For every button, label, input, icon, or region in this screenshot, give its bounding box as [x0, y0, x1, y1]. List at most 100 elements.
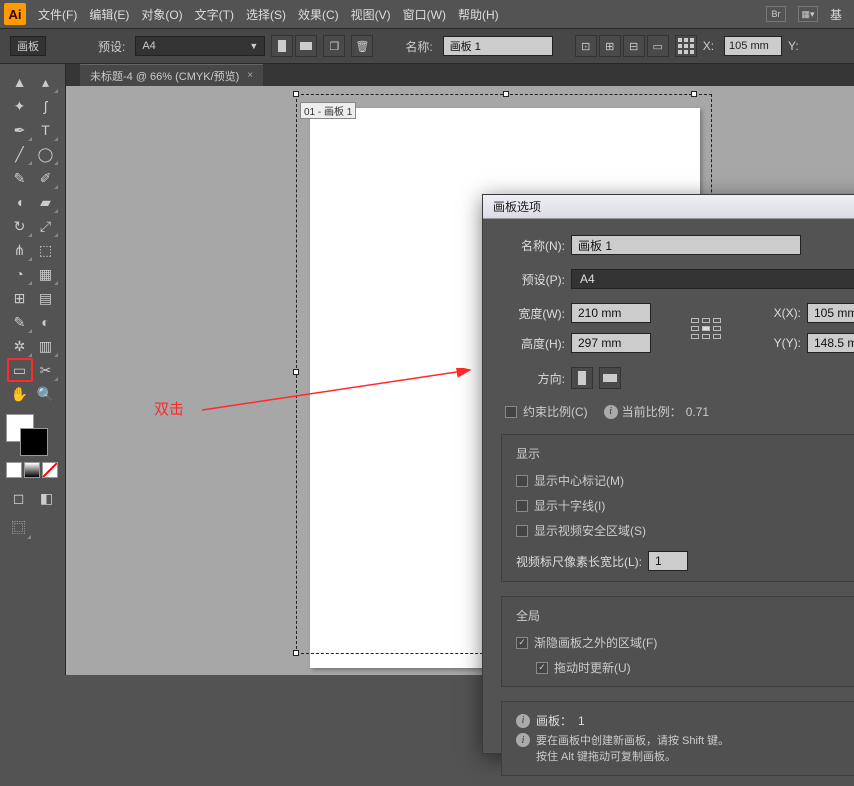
fade-outside-checkbox[interactable]: 渐隐画板之外的区域(F) [516, 634, 854, 651]
menu-bar: 文件(F) 编辑(E) 对象(O) 文字(T) 选择(S) 效果(C) 视图(V… [38, 6, 499, 23]
height-input[interactable]: 297 mm [571, 333, 651, 353]
width-input[interactable]: 210 mm [571, 303, 651, 323]
menu-window[interactable]: 窗口(W) [403, 6, 446, 23]
constrain-proportion-checkbox[interactable]: 约束比例(C) [505, 403, 588, 420]
opt-icon-3[interactable]: ⊟ [623, 35, 645, 57]
blend-tool-icon[interactable]: ◐ [33, 310, 59, 334]
none-mode-icon[interactable] [42, 462, 58, 478]
delete-artboard-icon[interactable]: 🗑 [351, 35, 373, 57]
opt-icon-1[interactable]: ⊡ [575, 35, 597, 57]
eraser-tool-icon[interactable]: ▰ [33, 190, 59, 214]
menu-type[interactable]: 文字(T) [195, 6, 234, 23]
close-icon[interactable]: × [247, 70, 253, 81]
rotate-tool-icon[interactable]: ↻ [7, 214, 33, 238]
menu-help[interactable]: 帮助(H) [458, 6, 499, 23]
pen-tool-icon[interactable]: ✒ [7, 118, 33, 142]
workspace-switcher[interactable]: 基 [830, 6, 842, 23]
selection-tool-icon[interactable]: ▲ [7, 70, 33, 94]
video-ruler-input[interactable]: 1 [648, 551, 688, 571]
dialog-title: 画板选项 [483, 195, 854, 219]
artboard-tool-icon[interactable]: ▭ [7, 358, 33, 382]
artboard-count-label: 画板： [536, 712, 572, 729]
reference-point-icon[interactable] [675, 35, 697, 57]
hint-line-2: 按住 Alt 键拖动可复制画板。 [536, 749, 729, 765]
menu-edit[interactable]: 编辑(E) [89, 6, 129, 23]
menu-select[interactable]: 选择(S) [246, 6, 286, 23]
show-cross-checkbox[interactable]: 显示十字线(I) [516, 497, 854, 514]
x-label: X: [703, 39, 714, 53]
handle-n[interactable] [503, 91, 509, 97]
tool-name-label: 画板 [10, 36, 46, 56]
artboard-count: 1 [578, 714, 585, 728]
canvas[interactable]: 01 - 画板 1 双击 画板选项 名称(N): 画板 1 预设(P): [66, 86, 854, 675]
perspective-grid-tool-icon[interactable]: ▦ [33, 262, 59, 286]
preset-dropdown[interactable]: A4▼ [135, 36, 265, 56]
hand-tool-icon[interactable]: ✋ [7, 382, 33, 406]
y-field-input[interactable]: 148.5 mm [807, 333, 854, 353]
screen-mode-icon[interactable]: ⿴ [6, 516, 32, 540]
gradient-mode-icon[interactable] [24, 462, 40, 478]
artboard-name-input[interactable]: 画板 1 [443, 36, 553, 56]
opt-icon-2[interactable]: ⊞ [599, 35, 621, 57]
direct-selection-tool-icon[interactable]: ▴ [33, 70, 59, 94]
mesh-tool-icon[interactable]: ⊞ [7, 286, 33, 310]
width-tool-icon[interactable]: ⋔ [7, 238, 33, 262]
hint-line-1: 要在画板中创建新画板，请按 Shift 键。 [536, 733, 729, 749]
rectangle-tool-icon[interactable]: ◯ [33, 142, 59, 166]
opt-icon-4[interactable]: ▭ [647, 35, 669, 57]
free-transform-tool-icon[interactable]: ⬚ [33, 238, 59, 262]
menu-effect[interactable]: 效果(C) [298, 6, 339, 23]
scale-tool-icon[interactable]: ⤢ [33, 214, 59, 238]
reference-point-grid[interactable] [691, 317, 721, 339]
orient-landscape-icon[interactable] [295, 35, 317, 57]
paintbrush-tool-icon[interactable]: ✎ [7, 166, 33, 190]
eyedropper-tool-icon[interactable]: ✎ [7, 310, 33, 334]
show-center-checkbox[interactable]: 显示中心标记(M) [516, 472, 854, 489]
column-graph-tool-icon[interactable]: ▥ [33, 334, 59, 358]
slice-tool-icon[interactable]: ✂ [33, 358, 59, 382]
update-on-drag-checkbox[interactable]: 拖动时更新(U) [536, 659, 854, 676]
lasso-tool-icon[interactable]: ʃ [33, 94, 59, 118]
draw-behind-icon[interactable]: ◧ [34, 486, 60, 510]
orient-landscape-button[interactable] [599, 367, 621, 389]
handle-sw[interactable] [293, 650, 299, 656]
preset-field-select[interactable]: A4▼ [571, 269, 854, 289]
x-input[interactable]: 105 mm [724, 36, 782, 56]
orient-portrait-button[interactable] [571, 367, 593, 389]
video-ruler-label: 视频标尺像素长宽比(L): [516, 553, 642, 570]
x-field-input[interactable]: 105 mm [807, 303, 854, 323]
line-tool-icon[interactable]: ╱ [7, 142, 33, 166]
menu-file[interactable]: 文件(F) [38, 6, 77, 23]
magic-wand-tool-icon[interactable]: ✦ [7, 94, 33, 118]
menu-view[interactable]: 视图(V) [351, 6, 391, 23]
global-section-title: 全局 [516, 607, 854, 624]
bridge-icon[interactable]: Br [766, 6, 786, 22]
blob-brush-tool-icon[interactable]: ◖ [7, 190, 33, 214]
draw-normal-icon[interactable]: ◻ [6, 486, 32, 510]
symbol-sprayer-tool-icon[interactable]: ✲ [7, 334, 33, 358]
width-label: 宽度(W): [501, 305, 565, 322]
handle-nw[interactable] [293, 91, 299, 97]
shape-builder-tool-icon[interactable]: ◔ [7, 262, 33, 286]
new-artboard-icon[interactable]: ❐ [323, 35, 345, 57]
orient-portrait-icon[interactable] [271, 35, 293, 57]
pencil-tool-icon[interactable]: ✐ [33, 166, 59, 190]
document-tab[interactable]: 未标题-4 @ 66% (CMYK/预览) × [80, 64, 263, 86]
gradient-tool-icon[interactable]: ▤ [33, 286, 59, 310]
document-tab-title: 未标题-4 @ 66% (CMYK/预览) [90, 68, 239, 84]
display-section-title: 显示 [516, 445, 854, 462]
preset-field-label: 预设(P): [501, 271, 565, 288]
name-label: 名称: [405, 38, 432, 55]
menu-object[interactable]: 对象(O) [141, 6, 182, 23]
zoom-tool-icon[interactable]: 🔍 [33, 382, 59, 406]
color-mode-icon[interactable] [6, 462, 22, 478]
type-tool-icon[interactable]: T [33, 118, 59, 142]
name-field-input[interactable]: 画板 1 [571, 235, 801, 255]
arrange-docs-icon[interactable]: ▦▾ [798, 6, 818, 22]
show-video-safe-checkbox[interactable]: 显示视频安全区域(S) [516, 522, 854, 539]
artboard-options-dialog: 画板选项 名称(N): 画板 1 预设(P): A4▼ 宽度(W): [482, 194, 854, 754]
handle-w[interactable] [293, 369, 299, 375]
name-field-label: 名称(N): [501, 237, 565, 254]
fill-stroke-swatch[interactable] [6, 414, 48, 456]
handle-ne[interactable] [691, 91, 697, 97]
